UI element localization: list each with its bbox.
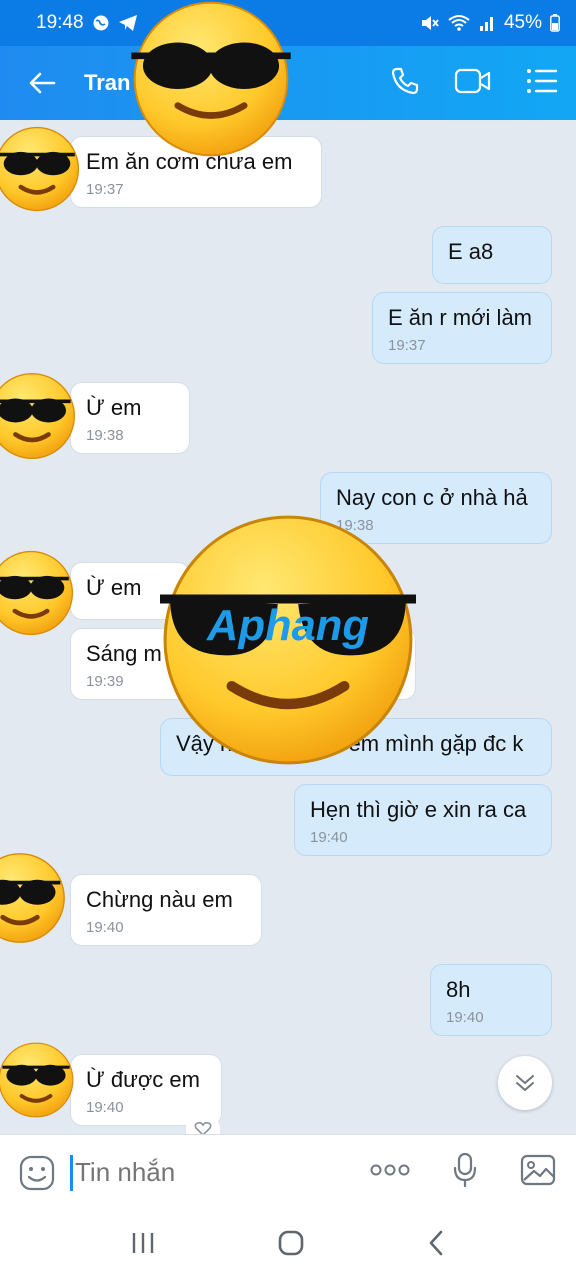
message-text: Chừng nàu em xyxy=(86,887,233,912)
sunglasses-emoji-sticker xyxy=(131,1,291,157)
message-bubble[interactable]: 8h 19:40 xyxy=(430,964,552,1036)
reaction-button[interactable] xyxy=(186,1118,220,1134)
system-navigation-bar xyxy=(0,1210,576,1280)
message-bubble[interactable]: Hẹn thì giờ e xin ra ca 19:40 xyxy=(294,784,552,856)
message-bubble[interactable]: E ăn r mới làm 19:37 xyxy=(372,292,552,364)
back-arrow-icon xyxy=(29,72,56,94)
message-bubble[interactable]: Ừ em 19:38 xyxy=(70,382,190,454)
emoji-icon xyxy=(19,1155,55,1190)
back-button[interactable] xyxy=(0,46,84,120)
watermark-emoji: Aphang xyxy=(160,515,416,765)
video-call-button[interactable] xyxy=(454,67,492,100)
globe-icon xyxy=(92,14,110,32)
emoji-button[interactable] xyxy=(0,1135,74,1211)
scroll-to-bottom-button[interactable] xyxy=(498,1056,552,1110)
message-composer xyxy=(0,1134,576,1210)
message-text: E ăn r mới làm xyxy=(388,305,533,330)
recent-apps-button[interactable] xyxy=(130,1231,156,1260)
double-chevron-down-icon xyxy=(516,1075,534,1091)
home-button[interactable] xyxy=(277,1229,305,1262)
message-time: 19:37 xyxy=(86,181,124,199)
message-text: Nay con c ở nhà hả xyxy=(336,485,528,510)
message-text: Ừ được em xyxy=(86,1067,200,1092)
message-text: Hẹn thì giờ e xin ra ca xyxy=(310,797,527,822)
status-time: 19:48 xyxy=(36,12,84,33)
message-time: 19:40 xyxy=(310,829,348,847)
recent-apps-icon xyxy=(133,1232,154,1253)
video-call-icon xyxy=(454,68,491,93)
image-icon xyxy=(520,1154,556,1186)
mute-icon xyxy=(420,14,440,32)
message-text: 8h xyxy=(446,977,471,1002)
avatar[interactable] xyxy=(0,844,68,952)
battery-icon xyxy=(550,14,560,32)
avatar[interactable] xyxy=(0,548,76,638)
message-input[interactable] xyxy=(75,1157,335,1188)
back-chevron-icon xyxy=(429,1230,442,1255)
avatar[interactable] xyxy=(0,1040,76,1120)
message-text: Ừ em xyxy=(86,395,142,420)
home-icon xyxy=(278,1230,304,1255)
phone-icon xyxy=(391,67,419,94)
more-options-button[interactable] xyxy=(370,1163,410,1182)
voice-message-button[interactable] xyxy=(452,1152,478,1193)
battery-text: 45% xyxy=(503,12,542,33)
message-time: 19:40 xyxy=(86,1099,124,1117)
more-options-icon xyxy=(370,1164,410,1176)
message-time: 19:38 xyxy=(86,427,124,445)
contact-name[interactable]: Tran xyxy=(84,70,130,96)
message-bubble[interactable]: Chừng nàu em 19:40 xyxy=(70,874,262,946)
avatar[interactable] xyxy=(0,364,78,468)
voice-call-button[interactable] xyxy=(390,66,420,101)
menu-list-icon xyxy=(527,68,558,93)
message-bubble[interactable]: E a8 xyxy=(432,226,552,284)
heart-icon xyxy=(194,1122,212,1134)
image-button[interactable] xyxy=(520,1154,556,1191)
message-text: Ừ em xyxy=(86,575,142,600)
message-time: 19:37 xyxy=(388,337,426,355)
message-text: Sáng m xyxy=(86,641,162,666)
message-time: 19:40 xyxy=(86,919,124,937)
watermark-text: Aphang xyxy=(206,602,369,650)
menu-button[interactable] xyxy=(526,68,558,99)
message-time: 19:40 xyxy=(446,1009,484,1027)
message-bubble[interactable]: Ừ được em 19:40 xyxy=(70,1054,222,1126)
back-nav-button[interactable] xyxy=(426,1229,446,1262)
text-cursor xyxy=(70,1154,73,1191)
avatar[interactable] xyxy=(0,124,82,214)
wifi-icon xyxy=(448,14,470,32)
microphone-icon xyxy=(453,1152,477,1188)
message-text: E a8 xyxy=(448,239,494,264)
signal-icon xyxy=(478,14,496,32)
